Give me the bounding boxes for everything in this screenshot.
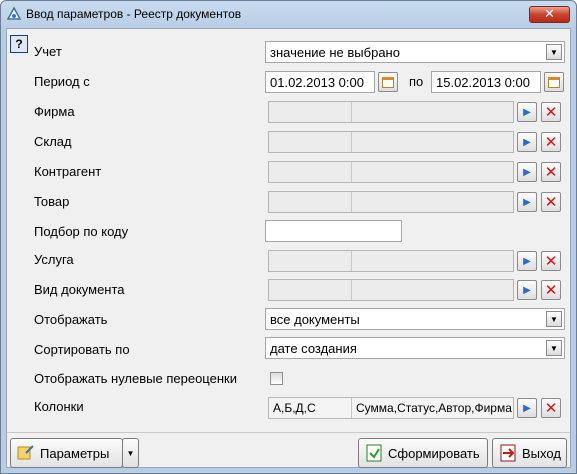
help-icon[interactable]: ?: [10, 35, 28, 53]
exit-icon: [500, 444, 516, 462]
kolonki-field[interactable]: А,Б,Д,С Сумма,Статус,Автор,Фирма: [268, 397, 514, 419]
play-icon: ▶: [523, 284, 531, 296]
label-sklad: Склад: [34, 134, 72, 149]
parametry-dropdown-button[interactable]: ▼: [122, 438, 139, 468]
clear-icon: ✕: [544, 399, 558, 417]
chevron-down-icon[interactable]: ▼: [546, 44, 562, 60]
label-firma: Фирма: [34, 104, 75, 119]
dialog-window: Ввод параметров - Реестр документов ✕ ? …: [0, 0, 577, 474]
date-from-value: 01.02.2013 0:00: [270, 75, 364, 90]
vyhod-button[interactable]: Выход: [492, 438, 567, 468]
clear-icon: ✕: [544, 133, 558, 151]
sformirovat-button[interactable]: Сформировать: [358, 438, 488, 468]
parametry-label: Параметры: [40, 445, 110, 461]
vyhod-label: Выход: [522, 445, 561, 461]
firma-clear-button[interactable]: ✕: [541, 102, 561, 122]
label-usluga: Услуга: [34, 252, 74, 267]
window-title: Ввод параметров - Реестр документов: [26, 7, 242, 21]
usluga-clear-button[interactable]: ✕: [541, 251, 561, 271]
dialog-body: ? Учет значение не выбрано ▼ Период с 01…: [6, 28, 571, 468]
vid-clear-button[interactable]: ✕: [541, 280, 561, 300]
label-otobrazhat: Отображать: [34, 312, 108, 327]
label-kontragent: Контрагент: [34, 164, 102, 179]
sklad-field[interactable]: [268, 131, 514, 153]
tovar-select-button[interactable]: ▶: [517, 192, 537, 212]
clear-icon: ✕: [544, 252, 558, 270]
date-to-input[interactable]: 15.02.2013 0:00: [431, 71, 541, 93]
play-icon: ▶: [523, 196, 531, 208]
usluga-field[interactable]: [268, 250, 514, 272]
settings-icon: [17, 445, 34, 460]
label-tovar: Товар: [34, 194, 70, 209]
sformirovat-label: Сформировать: [388, 445, 480, 461]
parametry-button[interactable]: Параметры: [10, 438, 123, 468]
nulevye-checkbox[interactable]: [270, 372, 283, 385]
play-icon: ▶: [523, 166, 531, 178]
sklad-select-button[interactable]: ▶: [517, 132, 537, 152]
app-icon: [7, 7, 21, 20]
kolonki-clear-button[interactable]: ✕: [541, 398, 561, 418]
kontragent-select-button[interactable]: ▶: [517, 162, 537, 182]
calendar-from-button[interactable]: [378, 72, 398, 92]
footer-divider: [7, 432, 570, 433]
vid-select-button[interactable]: ▶: [517, 280, 537, 300]
sklad-clear-button[interactable]: ✕: [541, 132, 561, 152]
label-period: Период с: [34, 74, 90, 89]
podbor-input[interactable]: [265, 220, 402, 242]
label-uchet: Учет: [34, 44, 62, 59]
title-bar: Ввод параметров - Реестр документов ✕: [1, 1, 576, 27]
chevron-down-icon[interactable]: ▼: [546, 340, 562, 356]
tovar-clear-button[interactable]: ✕: [541, 192, 561, 212]
kolonki-select-button[interactable]: ▶: [517, 398, 537, 418]
close-icon: ✕: [544, 7, 555, 22]
label-nulevye: Отображать нулевые переоценки: [34, 371, 237, 386]
play-icon: ▶: [523, 255, 531, 267]
firma-select-button[interactable]: ▶: [517, 102, 537, 122]
calendar-icon: [382, 76, 394, 88]
generate-report-icon: [366, 444, 382, 462]
sort-value: дате создания: [270, 341, 357, 356]
vid-field[interactable]: [268, 279, 514, 301]
play-icon: ▶: [523, 136, 531, 148]
tovar-field[interactable]: [268, 191, 514, 213]
kontragent-clear-button[interactable]: ✕: [541, 162, 561, 182]
clear-icon: ✕: [544, 163, 558, 181]
calendar-icon: [548, 76, 560, 88]
clear-icon: ✕: [544, 281, 558, 299]
play-icon: ▶: [523, 106, 531, 118]
kolonki-value-1: А,Б,Д,С: [269, 398, 352, 418]
label-podbor: Подбор по коду: [34, 224, 129, 239]
label-vid: Вид документа: [34, 282, 125, 297]
close-button[interactable]: ✕: [529, 6, 570, 23]
sort-select[interactable]: дате создания ▼: [265, 337, 565, 359]
kolonki-value-2: Сумма,Статус,Автор,Фирма: [356, 401, 512, 415]
firma-field[interactable]: [268, 101, 514, 123]
otobrazhat-select[interactable]: все документы ▼: [265, 308, 565, 330]
label-sort: Сортировать по: [34, 342, 130, 357]
chevron-down-icon: ▼: [126, 448, 135, 458]
date-from-input[interactable]: 01.02.2013 0:00: [265, 71, 375, 93]
clear-icon: ✕: [544, 103, 558, 121]
uchet-select[interactable]: значение не выбрано ▼: [265, 41, 565, 63]
play-icon: ▶: [523, 402, 531, 414]
clear-icon: ✕: [544, 193, 558, 211]
uchet-value: значение не выбрано: [270, 45, 400, 60]
date-to-value: 15.02.2013 0:00: [436, 75, 530, 90]
kontragent-field[interactable]: [268, 161, 514, 183]
label-po: по: [409, 74, 424, 89]
label-kolonki: Колонки: [34, 399, 84, 414]
usluga-select-button[interactable]: ▶: [517, 251, 537, 271]
chevron-down-icon[interactable]: ▼: [546, 311, 562, 327]
otobrazhat-value: все документы: [270, 312, 360, 327]
calendar-to-button[interactable]: [544, 72, 564, 92]
